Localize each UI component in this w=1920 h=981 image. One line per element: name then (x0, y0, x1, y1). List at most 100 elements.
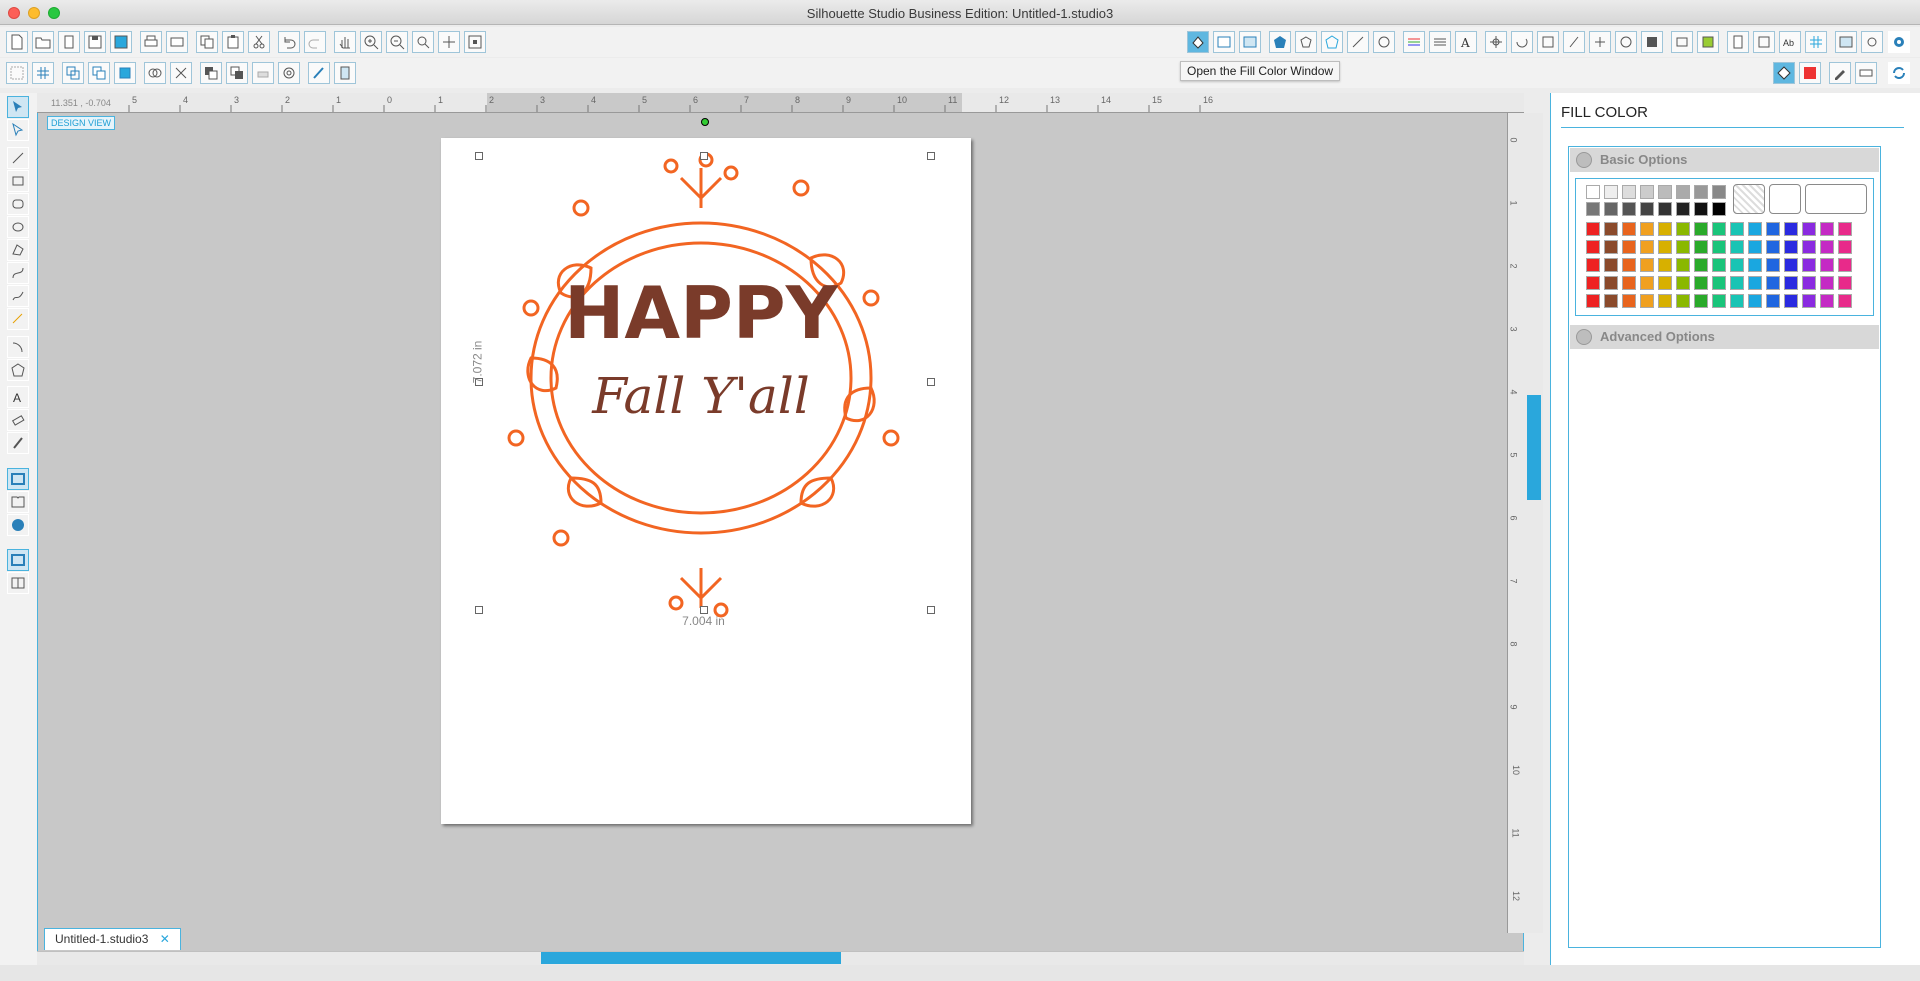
color-swatch[interactable] (1802, 240, 1816, 254)
color-swatch[interactable] (1730, 294, 1744, 308)
color-swatch[interactable] (1730, 276, 1744, 290)
color-swatch[interactable] (1658, 240, 1672, 254)
color-swatch[interactable] (1712, 294, 1726, 308)
color-swatch[interactable] (1622, 276, 1636, 290)
modify-button[interactable] (1641, 31, 1663, 53)
color-swatch[interactable] (1676, 202, 1690, 216)
color-swatch[interactable] (1712, 222, 1726, 236)
line-tool-icon[interactable] (7, 147, 29, 169)
bring-forward-button[interactable] (200, 62, 222, 84)
eraser-button[interactable] (1373, 31, 1395, 53)
color-swatch[interactable] (1766, 276, 1780, 290)
offset-button[interactable] (1295, 31, 1317, 53)
document-tab[interactable]: Untitled-1.studio3 ✕ (44, 928, 181, 950)
knife-button[interactable] (1347, 31, 1369, 53)
send-to-cutter-button[interactable] (1855, 62, 1877, 84)
color-swatch[interactable] (1622, 185, 1636, 199)
refresh-icon[interactable] (1888, 62, 1910, 84)
color-swatch[interactable] (1676, 294, 1690, 308)
cut-button[interactable] (248, 31, 270, 53)
selection-handle-mr[interactable] (927, 378, 935, 386)
color-swatch[interactable] (1748, 258, 1762, 272)
color-swatch[interactable] (1820, 240, 1834, 254)
basic-options-header[interactable]: Basic Options (1570, 148, 1879, 172)
regular-polygon-icon[interactable] (7, 359, 29, 381)
make-compound-button[interactable] (144, 62, 166, 84)
color-swatch[interactable] (1586, 202, 1600, 216)
color-swatch[interactable] (1784, 294, 1798, 308)
color-swatch[interactable] (1658, 222, 1672, 236)
send-backward-button[interactable] (226, 62, 248, 84)
color-swatch[interactable] (1694, 294, 1708, 308)
color-swatch[interactable] (1766, 240, 1780, 254)
curve-tool-icon[interactable] (7, 262, 29, 284)
fill-pattern-button[interactable] (1239, 31, 1261, 53)
group-button[interactable] (32, 62, 54, 84)
color-swatch[interactable] (1730, 258, 1744, 272)
color-swatch[interactable] (1802, 258, 1816, 272)
edit-points-icon[interactable] (7, 119, 29, 141)
single-view-icon[interactable] (7, 549, 29, 571)
freehand-tool-icon[interactable] (7, 285, 29, 307)
color-swatch[interactable] (1838, 222, 1852, 236)
eyedropper-icon[interactable] (1769, 184, 1801, 214)
wreath-artwork[interactable]: HAPPY Fall Y'all (471, 148, 931, 618)
zoom-out-button[interactable] (386, 31, 408, 53)
mirror-button[interactable] (114, 62, 136, 84)
rounded-rectangle-tool-icon[interactable] (7, 193, 29, 215)
color-swatch[interactable] (1658, 294, 1672, 308)
color-swatch[interactable] (1676, 258, 1690, 272)
library-button[interactable] (58, 31, 80, 53)
color-swatch[interactable] (1838, 294, 1852, 308)
trace-button[interactable] (1321, 31, 1343, 53)
new-document-button[interactable] (6, 31, 28, 53)
nest-button[interactable] (1697, 31, 1719, 53)
selection-handle-tr[interactable] (927, 152, 935, 160)
color-swatch[interactable] (1748, 240, 1762, 254)
color-swatch[interactable] (1766, 294, 1780, 308)
ellipse-tool-icon[interactable] (7, 216, 29, 238)
color-swatch[interactable] (1640, 276, 1654, 290)
color-swatch[interactable] (1604, 185, 1618, 199)
color-swatch[interactable] (1658, 185, 1672, 199)
zoom-select-button[interactable] (412, 31, 434, 53)
color-swatch[interactable] (1586, 222, 1600, 236)
color-swatch[interactable] (1586, 258, 1600, 272)
color-swatch[interactable] (1640, 294, 1654, 308)
knife-tool-icon[interactable] (7, 432, 29, 454)
selection-handle-bl[interactable] (475, 606, 483, 614)
color-swatch[interactable] (1694, 276, 1708, 290)
color-swatch[interactable] (1748, 222, 1762, 236)
color-swatch[interactable] (1622, 294, 1636, 308)
color-swatch[interactable] (1604, 276, 1618, 290)
ungroup-button[interactable] (62, 62, 84, 84)
color-swatch[interactable] (1604, 294, 1618, 308)
zoom-in-button[interactable] (360, 31, 382, 53)
sketch-button[interactable] (1829, 62, 1851, 84)
color-swatch[interactable] (1586, 276, 1600, 290)
color-swatch[interactable] (1604, 240, 1618, 254)
grid-button[interactable] (1805, 31, 1827, 53)
rotate-handle[interactable] (701, 118, 709, 126)
color-swatch[interactable] (1622, 222, 1636, 236)
color-swatch[interactable] (1838, 240, 1852, 254)
color-swatch[interactable] (1694, 185, 1708, 199)
no-fill-swatch[interactable] (1733, 184, 1765, 214)
replicate-button[interactable] (1615, 31, 1637, 53)
color-swatch[interactable] (1640, 185, 1654, 199)
color-swatch[interactable] (1640, 222, 1654, 236)
trace-tool-button[interactable] (308, 62, 330, 84)
selection-handle-tl[interactable] (475, 152, 483, 160)
color-swatch[interactable] (1586, 185, 1600, 199)
pattern-panel-button[interactable] (1799, 62, 1821, 84)
transform-button[interactable] (1485, 31, 1507, 53)
shape-pentagon-icon[interactable] (1269, 31, 1291, 53)
shear-button[interactable] (1563, 31, 1585, 53)
color-swatch[interactable] (1640, 240, 1654, 254)
color-swatch[interactable] (1622, 258, 1636, 272)
color-swatch[interactable] (1694, 258, 1708, 272)
color-swatch[interactable] (1622, 240, 1636, 254)
color-swatch[interactable] (1586, 294, 1600, 308)
release-compound-button[interactable] (170, 62, 192, 84)
color-swatch[interactable] (1640, 202, 1654, 216)
